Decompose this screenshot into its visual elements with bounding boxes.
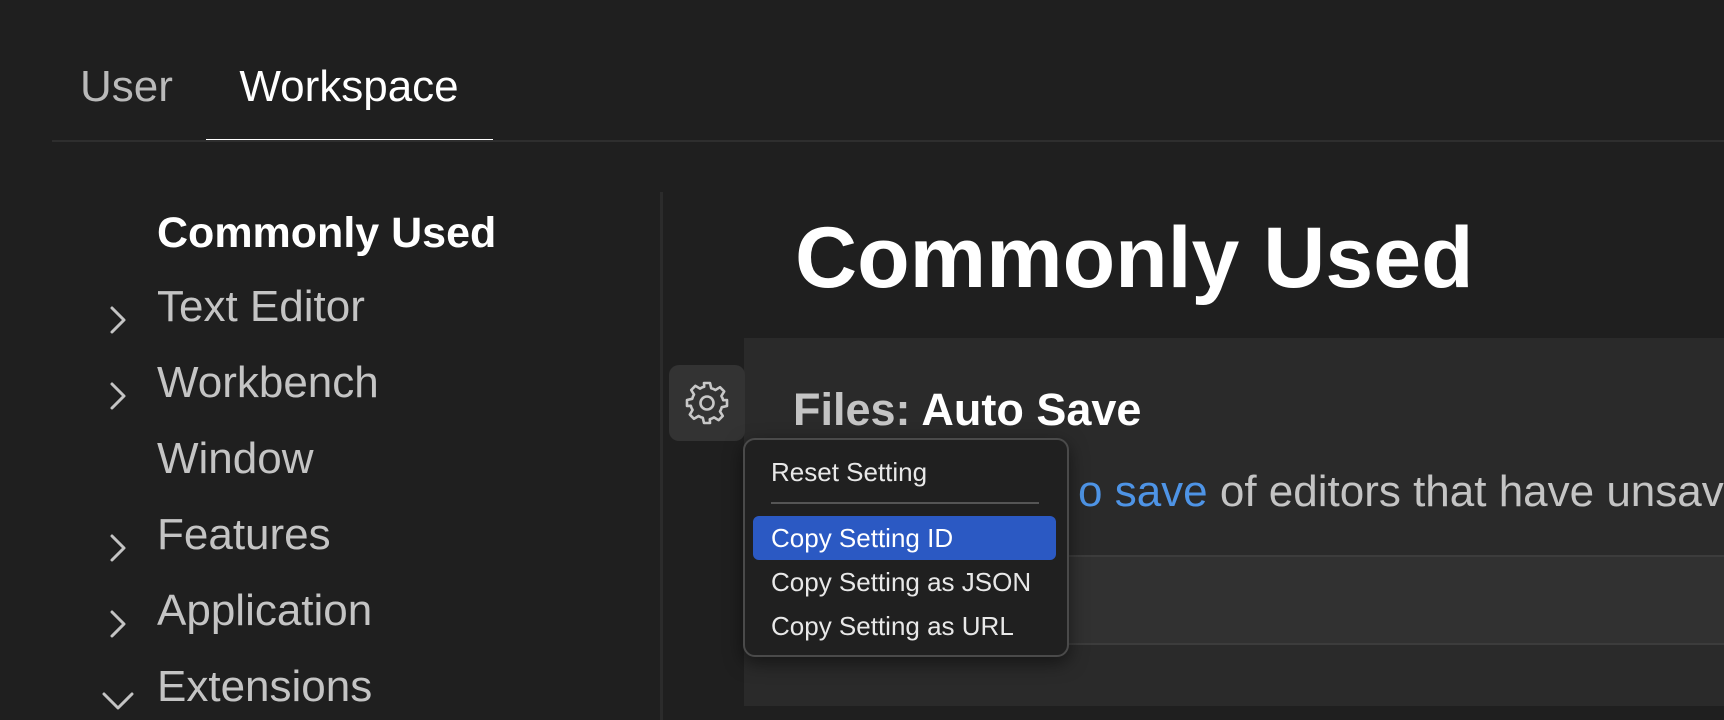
sidebar-divider[interactable] [660,192,663,720]
setting-title: Files: Auto Save [793,380,1141,440]
chevron-right-icon[interactable] [100,517,136,562]
tab-workspace[interactable]: Workspace [206,48,492,141]
setting-description: o save of editors that have unsav [1078,462,1724,522]
toc-item-label: Commonly Used [157,209,497,257]
toc-item-features[interactable]: Features [0,500,640,570]
page-title: Commonly Used [795,210,1474,306]
tabs-divider [52,140,1724,142]
toc-item-label: Application [157,586,373,635]
toc-item-label: Workbench [157,358,379,407]
gear-icon [685,381,729,425]
menu-item-copy-setting-id[interactable]: Copy Setting ID [753,516,1056,560]
settings-editor: User Workspace Commonly Used Text Editor… [0,0,1724,720]
settings-toc: Commonly Used Text Editor Workbench Wind… [0,190,662,720]
toc-item-label: Extensions [157,662,373,711]
setting-description-text: of editors that have unsav [1207,467,1724,516]
toc-item-application[interactable]: Application [0,576,640,646]
chevron-down-icon[interactable] [100,669,136,710]
menu-item-reset-setting[interactable]: Reset Setting [753,450,1056,494]
toc-item-text-editor[interactable]: Text Editor [0,272,640,342]
chevron-right-icon[interactable] [100,593,136,638]
menu-item-copy-setting-json[interactable]: Copy Setting as JSON [753,560,1056,604]
toc-item-window[interactable]: Window [0,424,640,494]
setting-name: Auto Save [921,384,1142,435]
menu-item-label: Copy Setting as URL [771,611,1014,641]
toc-item-label: Text Editor [157,282,365,331]
settings-scope-tabs: User Workspace [0,48,1724,142]
setting-gear-button[interactable] [669,365,745,441]
menu-item-label: Reset Setting [771,457,928,487]
chevron-right-icon[interactable] [100,365,136,410]
toc-item-workbench[interactable]: Workbench [0,348,640,418]
setting-category: Files: [793,384,922,435]
toc-item-label: Features [157,510,331,559]
toc-item-extensions[interactable]: Extensions [0,652,640,720]
setting-description-link[interactable]: o save [1078,467,1208,516]
toc-item-commonly-used[interactable]: Commonly Used [0,198,640,268]
toc-item-label: Window [157,434,314,483]
setting-context-menu: Reset Setting Copy Setting ID Copy Setti… [743,438,1069,657]
menu-item-copy-setting-url[interactable]: Copy Setting as URL [753,604,1056,648]
menu-item-label: Copy Setting as JSON [771,567,1032,597]
menu-item-label: Copy Setting ID [771,523,954,553]
chevron-right-icon[interactable] [100,289,136,334]
menu-separator [771,502,1039,504]
